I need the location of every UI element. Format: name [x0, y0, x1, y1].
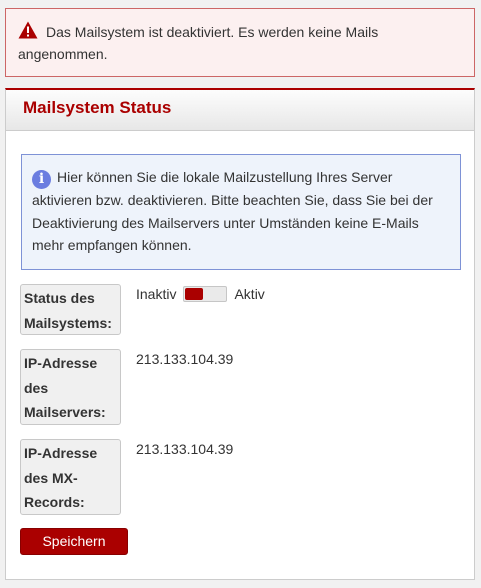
toggle-off-label: Inaktiv — [136, 286, 177, 302]
alert-text: Das Mailsystem ist deaktiviert. Es werde… — [18, 24, 379, 62]
info-box: i Hier können Sie die lokale Mailzustellu… — [21, 154, 461, 270]
status-label: Status des Mailsystems: — [20, 284, 121, 335]
info-icon: i — [32, 170, 51, 189]
mailserver-ip-row: IP-Adresse des Mailservers: 213.133.104.… — [20, 349, 233, 425]
save-button[interactable]: Speichern — [20, 528, 128, 555]
info-text: Hier können Sie die lokale Mailzustellun… — [32, 169, 433, 253]
toggle-knob[interactable] — [185, 288, 204, 300]
panel-header: Mailsystem Status — [6, 90, 474, 131]
mx-ip-row: IP-Adresse des MX-Records: 213.133.104.3… — [20, 439, 233, 515]
panel-title: Mailsystem Status — [23, 98, 172, 117]
status-toggle[interactable]: Inaktiv Aktiv — [136, 286, 265, 302]
toggle-on-label: Aktiv — [234, 286, 265, 302]
mx-ip-value: 213.133.104.39 — [136, 441, 234, 457]
toggle-switch[interactable] — [183, 286, 228, 302]
deactivated-alert: Das Mailsystem ist deaktiviert. Es werde… — [5, 8, 475, 77]
mx-ip-label: IP-Adresse des MX-Records: — [20, 439, 121, 515]
warning-triangle-icon — [18, 21, 38, 39]
mailsystem-status-panel: Mailsystem Status i Hier können Sie die l… — [5, 88, 475, 580]
mailserver-ip-label: IP-Adresse des Mailservers: — [20, 349, 121, 425]
status-row: Status des Mailsystems: Inaktiv Aktiv — [20, 284, 265, 335]
mailserver-ip-value: 213.133.104.39 — [136, 351, 234, 367]
